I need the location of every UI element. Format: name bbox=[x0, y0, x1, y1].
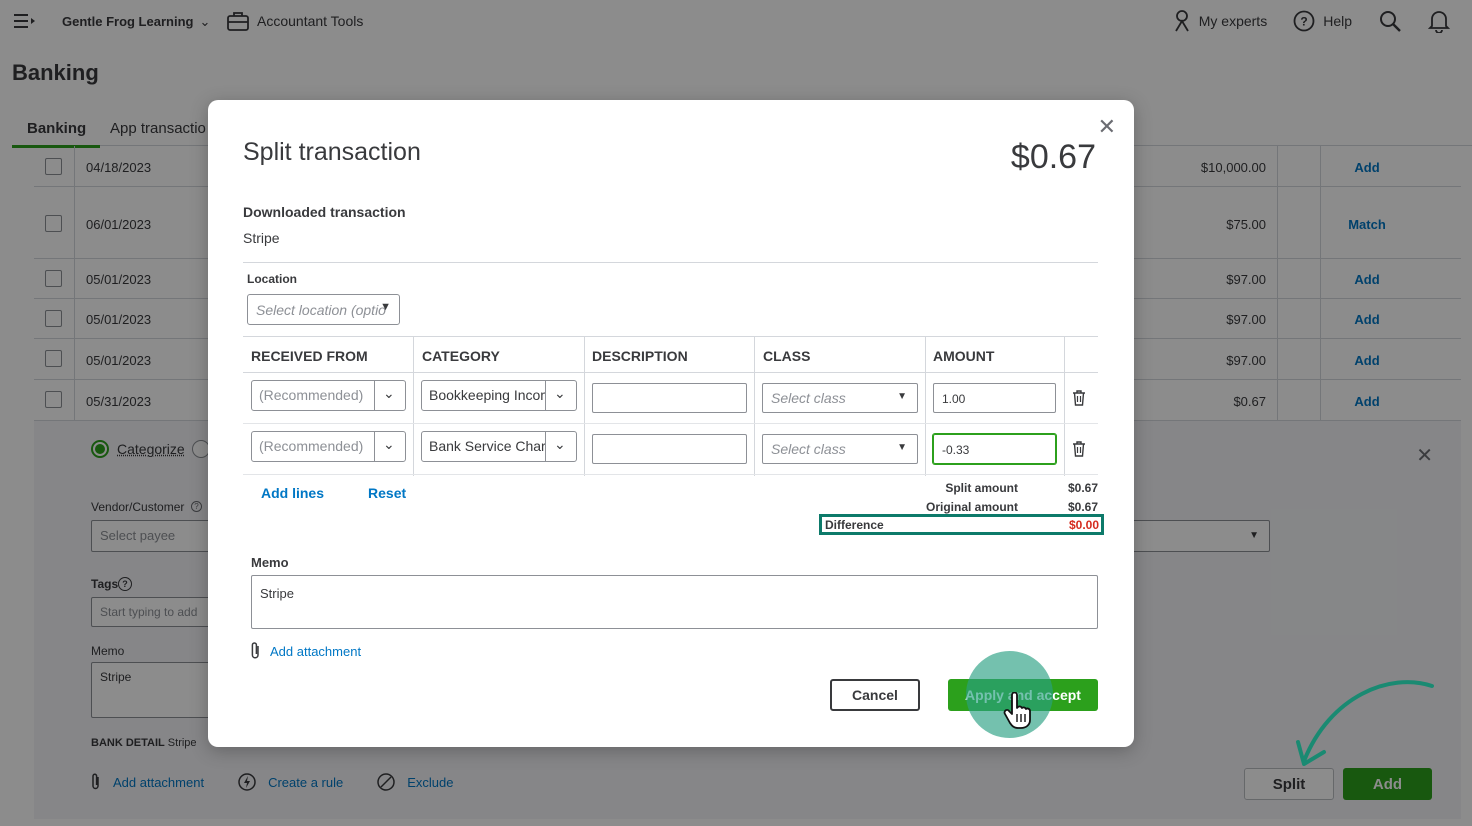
description-input[interactable] bbox=[592, 434, 747, 464]
caret-down-icon: ▼ bbox=[897, 442, 907, 453]
chevron-down-icon: ⌄ bbox=[383, 436, 395, 452]
split-line-row: (Recommended) ⌄ Bank Service Charges ⌄ S… bbox=[243, 424, 1098, 475]
category-value: Bookkeeping Income bbox=[429, 387, 545, 403]
original-amount-value: $0.67 bbox=[1067, 499, 1098, 514]
split-amount-value: $0.67 bbox=[1067, 480, 1098, 495]
category-combo[interactable]: Bank Service Charges ⌄ bbox=[421, 431, 577, 462]
amount-input[interactable]: 1.00 bbox=[933, 383, 1056, 413]
caret-down-icon: ▼ bbox=[380, 301, 391, 313]
split-transaction-dialog: Split transaction $0.67 ✕ Downloaded tra… bbox=[208, 100, 1134, 747]
description-input[interactable] bbox=[592, 383, 747, 413]
dialog-title: Split transaction bbox=[243, 138, 421, 166]
add-attachment-label: Add attachment bbox=[270, 643, 362, 659]
trash-icon[interactable] bbox=[1072, 390, 1086, 406]
close-icon[interactable]: ✕ bbox=[1098, 114, 1116, 140]
downloaded-transaction-value: Stripe bbox=[243, 230, 280, 246]
split-line-row: (Recommended) ⌄ Bookkeeping Income ⌄ Sel… bbox=[243, 373, 1098, 424]
divider bbox=[243, 262, 1098, 263]
add-attachment-link[interactable]: Add attachment bbox=[250, 642, 361, 660]
caret-down-icon: ▼ bbox=[897, 391, 907, 402]
difference-value: $0.00 bbox=[1068, 517, 1099, 532]
annotation-arrow-icon bbox=[1296, 680, 1434, 766]
column-header: CLASS bbox=[763, 348, 811, 364]
difference-label: Difference bbox=[825, 517, 884, 532]
location-label: Location bbox=[247, 272, 297, 286]
chevron-down-icon: ⌄ bbox=[383, 385, 395, 401]
amount-input[interactable]: -0.33 bbox=[933, 434, 1056, 464]
dialog-total-amount: $0.67 bbox=[1010, 138, 1096, 176]
column-header: DESCRIPTION bbox=[592, 348, 688, 364]
cancel-button[interactable]: Cancel bbox=[830, 679, 920, 711]
received-from-combo[interactable]: (Recommended) ⌄ bbox=[251, 380, 406, 411]
paperclip-icon bbox=[251, 642, 259, 659]
memo-label: Memo bbox=[251, 555, 289, 570]
category-value: Bank Service Charges bbox=[429, 438, 545, 454]
class-placeholder: Select class bbox=[771, 390, 846, 406]
column-header: AMOUNT bbox=[933, 348, 995, 364]
received-from-combo[interactable]: (Recommended) ⌄ bbox=[251, 431, 406, 462]
column-header: CATEGORY bbox=[422, 348, 500, 364]
add-lines-link[interactable]: Add lines bbox=[261, 485, 324, 501]
split-amount-label: Split amount bbox=[945, 480, 1018, 495]
category-combo[interactable]: Bookkeeping Income ⌄ bbox=[421, 380, 577, 411]
class-select[interactable]: Select class ▼ bbox=[762, 383, 918, 413]
column-header: RECEIVED FROM bbox=[251, 348, 368, 364]
hand-cursor-icon bbox=[1003, 692, 1031, 729]
chevron-down-icon: ⌄ bbox=[554, 436, 566, 452]
split-summary: Split amount $0.67 Original amount $0.67 bbox=[778, 478, 1098, 516]
location-select[interactable]: Select location (optio ▼ bbox=[247, 294, 400, 325]
table-header: RECEIVED FROM CATEGORY DESCRIPTION CLASS… bbox=[243, 336, 1098, 373]
line-actions: Add lines Reset bbox=[261, 485, 406, 501]
trash-icon[interactable] bbox=[1072, 441, 1086, 457]
split-amount-row: Split amount $0.67 bbox=[778, 478, 1098, 497]
location-placeholder: Select location (optio bbox=[256, 302, 386, 318]
memo-textarea[interactable]: Stripe bbox=[251, 575, 1098, 629]
received-from-value: (Recommended) bbox=[259, 387, 364, 403]
difference-highlight: Difference $0.00 bbox=[819, 514, 1104, 535]
received-from-value: (Recommended) bbox=[259, 438, 364, 454]
original-amount-label: Original amount bbox=[925, 499, 1018, 514]
class-select[interactable]: Select class ▼ bbox=[762, 434, 918, 464]
reset-link[interactable]: Reset bbox=[368, 485, 406, 501]
chevron-down-icon: ⌄ bbox=[554, 385, 566, 401]
class-placeholder: Select class bbox=[771, 441, 846, 457]
downloaded-transaction-label: Downloaded transaction bbox=[243, 204, 406, 220]
